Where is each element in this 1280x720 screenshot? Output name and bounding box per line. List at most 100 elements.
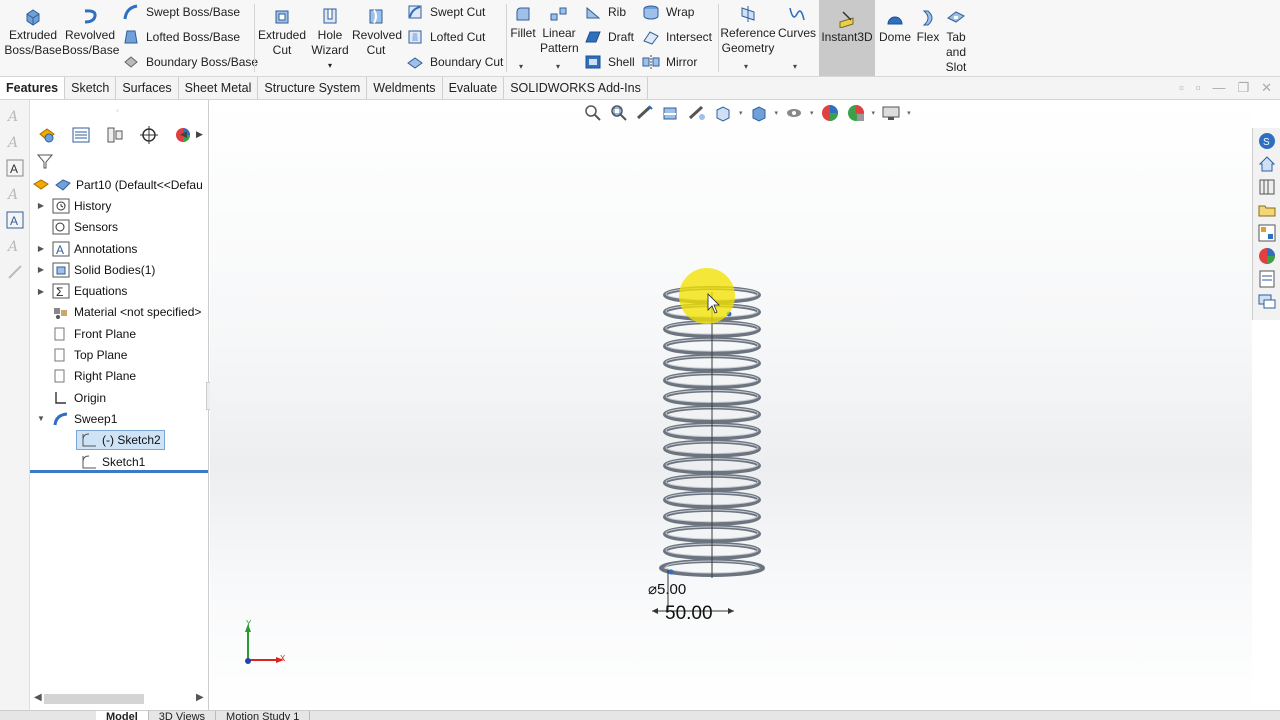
boundary-boss-button[interactable]: Boundary Boss/Base [122,51,258,73]
tab-model[interactable]: Model [96,711,149,720]
expand-arrow-icon[interactable]: ▶ [36,265,46,274]
reference-geometry-dropdown-icon[interactable]: ▾ [744,62,748,71]
tree-item-history[interactable]: ▶ History [30,195,209,216]
dimxpert-manager-tab[interactable] [132,123,166,147]
tab-scroll-right-icon[interactable]: ▶ [196,129,203,140]
intersect-button[interactable]: Intersect [642,26,712,48]
tab-evaluate[interactable]: Evaluate [443,77,505,99]
revolved-boss-button[interactable]: Revolved Boss/Base [62,6,119,58]
tree-root-part[interactable]: Part10 (Default<<Defau [30,174,209,195]
tab-3d-views[interactable]: 3D Views [149,711,217,720]
reference-geometry-button[interactable]: Reference Geometry [720,4,776,56]
graphics-area[interactable]: ▾ ▾ ▾ ▾ ▾ ⌀5.00 50.00 Y X [210,100,1252,710]
smart-dimension-icon[interactable]: A [5,106,25,126]
expand-arrow-icon[interactable]: ▶ [36,201,46,210]
rollback-bar[interactable] [30,470,208,473]
diameter-dimension[interactable]: ⌀5.00 [648,581,686,598]
appearances-scenes-icon[interactable] [1257,246,1277,266]
tree-item-top-plane[interactable]: Top Plane [30,344,209,365]
scroll-thumb[interactable] [44,694,144,704]
tab-weldments[interactable]: Weldments [367,77,443,99]
linear-pattern-button[interactable]: Linear Pattern [540,4,579,56]
property-manager-tab[interactable] [64,123,98,147]
swept-cut-button[interactable]: Swept Cut [406,1,485,23]
instant3d-button[interactable]: Instant3D [819,8,875,45]
panel-grip-icon[interactable]: ◦ [116,106,119,115]
boundary-cut-button[interactable]: Boundary Cut [406,51,503,73]
tab-sheet-metal[interactable]: Sheet Metal [179,77,259,99]
extruded-cut-button[interactable]: Extruded Cut [258,6,306,58]
swept-boss-button[interactable]: Swept Boss/Base [122,1,240,23]
shell-button[interactable]: Shell [584,51,635,73]
home-icon[interactable] [1257,154,1277,174]
expand-arrow-icon[interactable]: ▶ [36,287,46,296]
tree-item-material[interactable]: Material <not specified> [30,302,209,323]
minimize-icon[interactable]: — [1212,80,1225,96]
tab-nav-arrows[interactable] [0,711,96,720]
tab-motion-study-1[interactable]: Motion Study 1 [216,711,311,720]
curves-button[interactable]: Curves [778,4,816,41]
tree-item-annotations[interactable]: ▶ A Annotations [30,238,209,259]
tree-item-sweep1[interactable]: ▼ Sweep1 [30,408,209,429]
annotation-icon[interactable]: A [5,158,25,178]
tile-right-icon[interactable]: ▫ [1196,80,1201,96]
flex-button[interactable]: Flex [914,8,942,45]
scroll-right-icon[interactable]: ▶ [196,692,204,703]
tab-scroll-left-icon[interactable]: ◀ [180,129,187,140]
linear-pattern-dropdown-icon[interactable]: ▾ [556,62,560,71]
tree-item-sketch1[interactable]: Sketch1 [30,451,209,472]
revolved-cut-button[interactable]: Revolved Cut [352,6,402,58]
tree-item-origin[interactable]: Origin [30,387,209,408]
tile-left-icon[interactable]: ▫ [1179,80,1184,96]
tab-features[interactable]: Features [0,77,66,99]
tree-item-right-plane[interactable]: Right Plane [30,366,209,387]
tab-structure-system[interactable]: Structure System [258,77,368,99]
expand-arrow-icon[interactable]: ▶ [36,244,46,253]
configuration-manager-tab[interactable] [98,123,132,147]
weld-symbol-icon[interactable]: A [5,236,25,256]
solidworks-resources-icon[interactable]: S [1257,131,1277,151]
tab-sketch[interactable]: Sketch [65,77,117,99]
height-dimension[interactable]: 50.00 [665,603,713,624]
extruded-boss-button[interactable]: Extruded Boss/Base [4,6,62,58]
sketch-point-icon[interactable] [668,569,674,575]
forum-icon[interactable] [1257,292,1277,312]
lofted-boss-button[interactable]: Lofted Boss/Base [122,26,240,48]
wrap-button[interactable]: Wrap [642,1,694,23]
custom-properties-icon[interactable] [1257,269,1277,289]
horizontal-scrollbar[interactable]: ◀ ▶ [30,690,209,708]
design-library-icon[interactable] [1257,177,1277,197]
balloon-icon[interactable]: A [5,184,25,204]
feature-tree-tab[interactable] [30,123,64,147]
tree-item-sensors[interactable]: Sensors [30,217,209,238]
fillet-button[interactable]: Fillet [508,4,538,41]
close-icon[interactable]: ✕ [1261,80,1272,96]
file-explorer-icon[interactable] [1257,200,1277,220]
view-palette-icon[interactable] [1257,223,1277,243]
tab-surfaces[interactable]: Surfaces [116,77,179,99]
curves-dropdown-icon[interactable]: ▾ [793,62,797,71]
tree-item-equations[interactable]: ▶ Σ Equations [30,280,209,301]
note-icon[interactable]: A [5,132,25,152]
tab-and-slot-button[interactable]: Tab and Slot [942,8,970,75]
tree-item-front-plane[interactable]: Front Plane [30,323,209,344]
equations-icon: Σ [52,283,70,299]
tree-item-sketch2[interactable]: (-) Sketch2 [30,430,209,451]
scroll-left-icon[interactable]: ◀ [34,692,42,703]
rib-button[interactable]: Rib [584,1,626,23]
mirror-button[interactable]: Mirror [642,51,697,73]
tree-item-solid-bodies[interactable]: ▶ Solid Bodies(1) [30,259,209,280]
filter-icon[interactable] [36,152,54,170]
hole-wizard-button[interactable]: Hole Wizard ▾ [308,6,352,73]
fillet-dropdown-icon[interactable]: ▾ [519,62,523,71]
surface-finish-icon[interactable]: A [5,210,25,230]
collapse-arrow-icon[interactable]: ▼ [36,414,46,423]
restore-icon[interactable]: ❐ [1237,80,1249,96]
tab-solidworks-add-ins[interactable]: SOLIDWORKS Add-Ins [504,77,648,99]
draft-label: Draft [608,30,635,44]
dome-button[interactable]: Dome [877,8,913,45]
draft-button[interactable]: Draft [584,26,634,48]
lofted-cut-button[interactable]: Lofted Cut [406,26,485,48]
hole-callout-icon[interactable] [5,262,25,282]
hole-wizard-dropdown-icon[interactable]: ▾ [308,58,352,73]
